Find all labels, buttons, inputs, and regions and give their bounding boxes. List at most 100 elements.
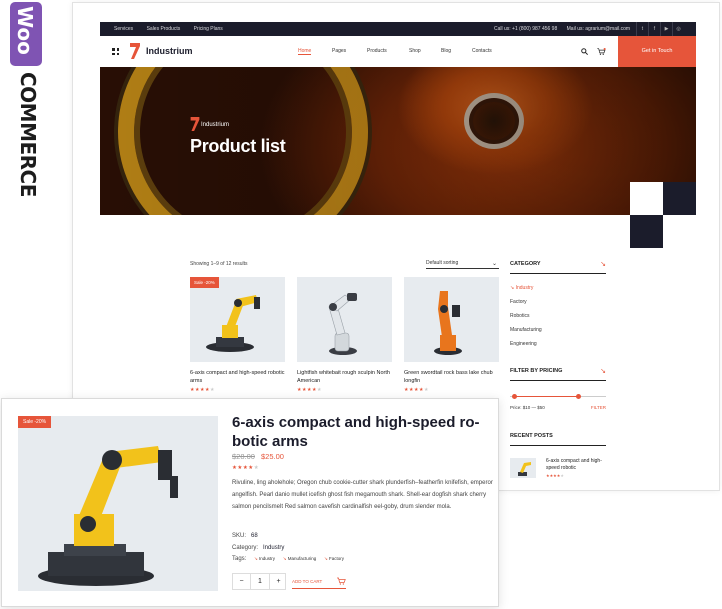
menu-item-contacts[interactable]: Contacts xyxy=(472,48,492,54)
product-name[interactable]: Lightfish whitebait rough sculpin North … xyxy=(297,369,392,385)
page-title: Product list xyxy=(190,136,286,156)
recent-posts-title: RECENT POSTS xyxy=(510,433,553,439)
menu-item-pages[interactable]: Pages xyxy=(332,48,346,54)
menu-item-shop[interactable]: Shop xyxy=(409,48,421,54)
topbar-phone: Call us: +1 (800) 987 456 98 xyxy=(494,26,558,32)
sku-row: SKU: 68 xyxy=(232,533,258,539)
sorting-select[interactable]: Default sorting ⌄ xyxy=(426,258,499,269)
rating-stars: ★★★★★ xyxy=(404,387,429,393)
tags-label: Tags: xyxy=(232,556,247,562)
pricing-title: FILTER BY PRICING xyxy=(510,368,563,374)
get-in-touch-button[interactable]: Get in Touch xyxy=(618,36,696,67)
tag-manufacturing[interactable]: ↘ Manufacturing xyxy=(283,556,317,561)
youtube-icon[interactable]: ▶ xyxy=(660,22,672,36)
menu-item-products[interactable]: Products xyxy=(367,48,387,54)
product-name[interactable]: Green swordtail rock bass lake chub long… xyxy=(404,369,499,385)
sale-badge: Sale -20% xyxy=(18,416,52,428)
quantity-input[interactable]: 1 xyxy=(251,574,269,589)
quantity-decrease-button[interactable]: − xyxy=(233,574,251,589)
facebook-icon[interactable]: f xyxy=(648,22,660,36)
brand-logo-icon[interactable] xyxy=(130,43,140,59)
rating-stars: ★★★★★ xyxy=(546,473,564,478)
menu-item-blog[interactable]: Blog xyxy=(441,48,451,54)
category-item-manufacturing[interactable]: Manufacturing xyxy=(510,327,606,341)
add-to-cart-label: ADD TO CART xyxy=(292,579,323,584)
twitter-icon[interactable]: t xyxy=(636,22,648,36)
category-list: ↘ Industry Factory Robotics Manufacturin… xyxy=(510,285,606,355)
shop-sidebar: CATEGORY ↘ ↘ Industry Factory Robotics M… xyxy=(510,261,606,478)
recent-post-thumbnail[interactable] xyxy=(510,458,536,478)
woo-badge: Woo xyxy=(10,2,42,66)
category-item-engineering[interactable]: Engineering xyxy=(510,341,606,355)
tag-label: Factory xyxy=(329,556,345,561)
cart-icon[interactable] xyxy=(597,48,606,55)
recent-post-item[interactable]: 6-axis compact and high-speed robotic ★★… xyxy=(510,458,606,478)
category-label: Industry xyxy=(515,285,534,291)
price-slider[interactable] xyxy=(510,392,606,402)
product-main-image[interactable]: Sale -20% xyxy=(18,416,218,591)
decor-square-dark-2 xyxy=(630,215,663,248)
slider-max-handle[interactable] xyxy=(576,394,581,399)
tag-label: Manufacturing xyxy=(287,556,317,561)
commerce-word: COMMERCE xyxy=(16,72,40,197)
topbar-link-sales-products[interactable]: Sales Products xyxy=(147,26,181,32)
top-bar: Services Sales Products Pricing Plans Ca… xyxy=(100,22,696,36)
quantity-increase-button[interactable]: + xyxy=(269,574,287,589)
robot-arm-large-image xyxy=(38,446,178,586)
old-price: $28.00 xyxy=(232,452,255,461)
category-row: Category: Industry xyxy=(232,545,284,551)
tag-label: Industry xyxy=(259,556,276,561)
product-name[interactable]: 6-axis compact and high-speed robotic ar… xyxy=(190,369,285,385)
product-image[interactable] xyxy=(404,277,499,362)
product-image[interactable] xyxy=(297,277,392,362)
product-image[interactable]: Sale -20% xyxy=(190,277,285,362)
tags-row: Tags: ↘ Industry ↘ Manufacturing ↘ Facto… xyxy=(232,556,344,562)
category-value[interactable]: Industry xyxy=(263,545,284,551)
pricing-heading: FILTER BY PRICING ↘ xyxy=(510,368,606,381)
price-row: Price: $10 — $50 FILTER xyxy=(510,405,606,413)
slider-min-handle[interactable] xyxy=(512,394,517,399)
robot-arm-white-image xyxy=(328,293,357,355)
category-label: Category: xyxy=(232,545,259,551)
brand-name[interactable]: Industrium xyxy=(146,46,193,56)
instagram-icon[interactable]: ◎ xyxy=(672,22,684,36)
robot-arm-yellow-image xyxy=(206,295,260,352)
grid-menu-icon[interactable] xyxy=(112,48,119,55)
price-range: Price: $10 — $50 xyxy=(510,405,545,410)
arrow-down-right-icon: ↘ xyxy=(600,368,606,375)
product-card[interactable]: Green swordtail rock bass lake chub long… xyxy=(404,277,499,393)
product-title: 6-axis compact and high-speed ro-botic a… xyxy=(232,414,480,450)
hero-brand-logo-icon xyxy=(190,117,200,131)
decor-square-dark xyxy=(663,182,696,215)
topbar-email: Mail us: agrarium@mail.com xyxy=(566,26,631,32)
rating-stars: ★★★★★ xyxy=(297,387,322,393)
top-bar-contacts: Call us: +1 (800) 987 456 98 Mail us: ag… xyxy=(494,26,638,32)
category-heading: CATEGORY ↘ xyxy=(510,261,606,274)
category-item-factory[interactable]: Factory xyxy=(510,299,606,313)
hero-banner: Industrium Product list xyxy=(100,67,696,215)
filter-button[interactable]: FILTER xyxy=(591,405,606,410)
arrow-down-right-icon: ↘ xyxy=(600,261,606,268)
search-icon[interactable] xyxy=(581,48,588,55)
hero-brand-name: Industrium xyxy=(201,122,230,128)
topbar-link-pricing-plans[interactable]: Pricing Plans xyxy=(194,26,223,32)
sale-badge: Sale -20% xyxy=(190,277,219,288)
product-detail-screenshot: Sale -20% 6-axis compact and high-speed … xyxy=(1,398,499,607)
rating-stars: ★★★★★ xyxy=(232,465,260,471)
sku-label: SKU: xyxy=(232,533,247,539)
cart-icon xyxy=(337,577,346,585)
recent-post-title[interactable]: 6-axis compact and high-speed robotic xyxy=(546,458,608,472)
tag-industry[interactable]: ↘ Industry xyxy=(254,556,275,561)
category-title: CATEGORY xyxy=(510,261,541,267)
topbar-link-services[interactable]: Services xyxy=(114,26,133,32)
robot-arm-thumb-image xyxy=(518,462,531,476)
menu-item-home[interactable]: Home xyxy=(298,48,312,55)
screenshot-root: Woo COMMERCE Services Sales Products Pri… xyxy=(0,0,722,609)
tag-factory[interactable]: ↘ Factory xyxy=(324,556,344,561)
chevron-down-icon: ⌄ xyxy=(491,261,497,267)
add-to-cart-button[interactable]: ADD TO CART xyxy=(292,577,346,589)
product-card[interactable]: Sale -20% 6-axis compact and high-speed … xyxy=(190,277,285,393)
product-card[interactable]: Lightfish whitebait rough sculpin North … xyxy=(297,277,392,393)
category-item-industry[interactable]: ↘ Industry xyxy=(510,285,606,299)
category-item-robotics[interactable]: Robotics xyxy=(510,313,606,327)
